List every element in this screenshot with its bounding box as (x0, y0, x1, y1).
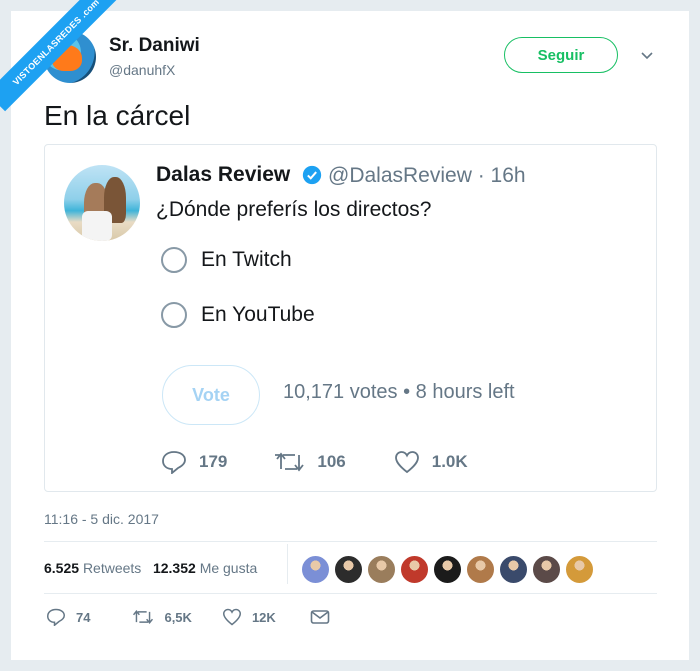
vote-button[interactable]: Vote (162, 365, 260, 425)
tweet-text: En la cárcel (44, 100, 191, 131)
quoted-tweet[interactable]: Dalas Review @DalasReview · 16h ¿Dónde p… (44, 144, 657, 492)
liker-avatar[interactable] (334, 555, 363, 584)
retweets-count[interactable]: 6.525 (44, 560, 79, 576)
quoted-text: ¿Dónde preferís los directos? (156, 198, 432, 221)
divider (44, 593, 657, 594)
like-count: 1.0K (431, 452, 468, 471)
quoted-avatar[interactable] (64, 165, 140, 241)
retweet-count: 6,5K (164, 609, 192, 625)
likes-label[interactable]: Me gusta (200, 560, 258, 576)
retweet-count: 106 (317, 452, 346, 471)
retweet-icon (275, 452, 305, 472)
liker-avatar[interactable] (532, 555, 561, 584)
quoted-meta: @DalasReview · 16h (328, 164, 526, 187)
poll-option-youtube[interactable]: En YouTube (161, 302, 315, 328)
poll-info: 10,171 votes • 8 hours left (283, 381, 515, 403)
author-name[interactable]: Sr. Daniwi (109, 35, 200, 57)
liker-avatar[interactable] (367, 555, 396, 584)
radio-button[interactable] (161, 247, 187, 273)
liker-avatar[interactable] (466, 555, 495, 584)
timestamp[interactable]: 11:16 - 5 dic. 2017 (44, 511, 159, 527)
quoted-like[interactable]: 1.0K (394, 450, 468, 474)
poll-option-twitch[interactable]: En Twitch (161, 247, 292, 273)
divider (287, 544, 288, 584)
engagement-stats: 6.525 Retweets 12.352 Me gusta (44, 560, 257, 576)
reply-icon (162, 451, 186, 474)
liker-avatar[interactable] (565, 555, 594, 584)
like-count: 12K (251, 609, 276, 625)
quoted-retweet[interactable]: 106 (275, 451, 346, 473)
quoted-actions: 179 106 1.0K (161, 450, 468, 474)
chevron-down-icon[interactable] (639, 47, 655, 63)
divider (44, 541, 657, 542)
likers-avatars (301, 555, 594, 584)
poll-option-label: En YouTube (201, 303, 315, 326)
message-action[interactable] (310, 609, 330, 625)
heart-icon (394, 451, 419, 474)
liker-avatar[interactable] (301, 555, 330, 584)
retweet-icon (133, 610, 154, 624)
liker-avatar[interactable] (400, 555, 429, 584)
liker-avatar[interactable] (499, 555, 528, 584)
poll-option-label: En Twitch (201, 248, 292, 271)
tweet-actions: 74 6,5K 12K (46, 608, 330, 626)
likes-count[interactable]: 12.352 (153, 560, 196, 576)
verified-badge-icon (302, 165, 322, 185)
reply-count: 179 (199, 452, 228, 471)
author-handle[interactable]: @danuhfX (109, 62, 175, 78)
like-action[interactable]: 12K (222, 608, 276, 626)
retweet-action[interactable]: 6,5K (132, 609, 192, 625)
reply-count: 74 (76, 609, 91, 625)
quoted-author-name[interactable]: Dalas Review (156, 163, 290, 187)
tweet-card: VISTOENLASREDES .com Sr. Daniwi @danuhfX… (0, 0, 689, 660)
liker-avatar[interactable] (433, 555, 462, 584)
quoted-reply[interactable]: 179 (161, 450, 227, 474)
heart-icon (222, 608, 241, 626)
follow-button[interactable]: Seguir (504, 37, 618, 73)
radio-button[interactable] (161, 302, 187, 328)
mail-icon (310, 610, 330, 624)
reply-action[interactable]: 74 (46, 608, 90, 626)
retweets-label[interactable]: Retweets (83, 560, 141, 576)
reply-icon (46, 608, 66, 626)
